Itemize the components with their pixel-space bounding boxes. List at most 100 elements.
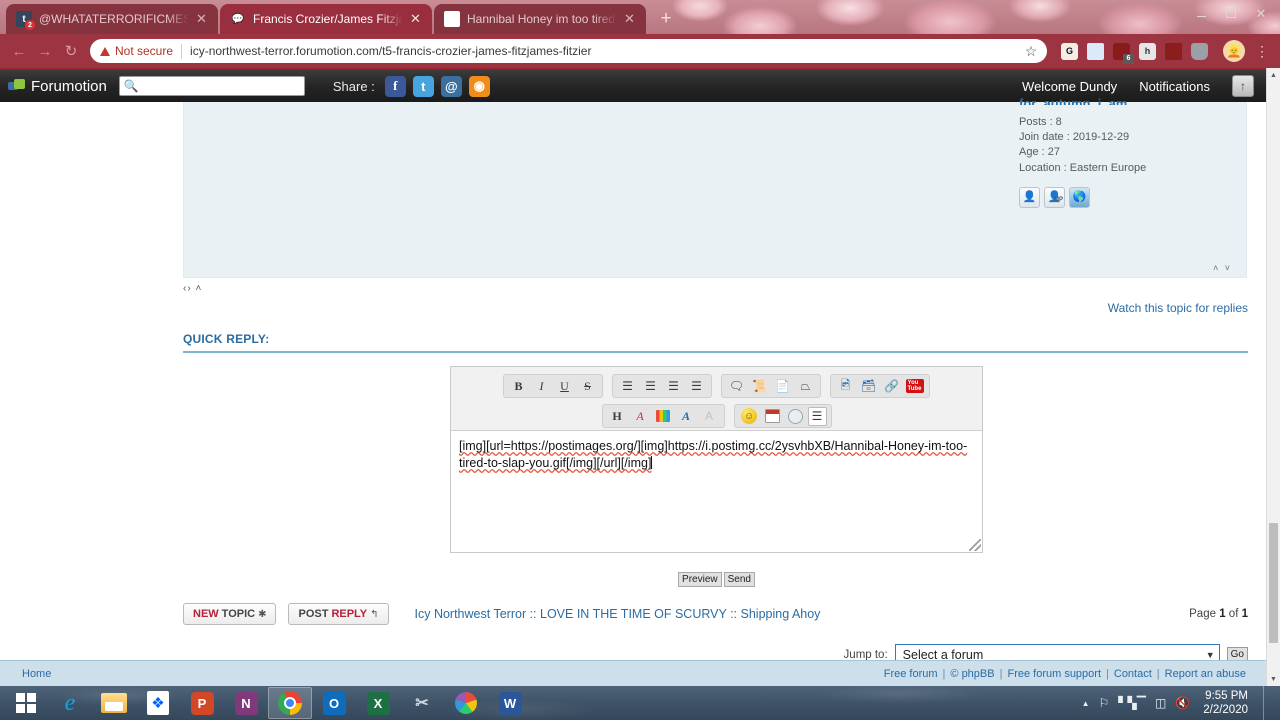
tab-whataterrorificmess[interactable]: t2 @WHATATERRORIFICMESS ✕ xyxy=(6,4,218,34)
tab-francis-crozier-james-fitzjames[interactable]: 💬 Francis Crozier/James Fitzjames ( ✕ xyxy=(220,4,432,34)
network-icon[interactable]: ▘▚▔ xyxy=(1118,696,1146,710)
profile-avatar[interactable]: 👱 xyxy=(1223,40,1245,62)
taskbar-onenote[interactable]: N xyxy=(224,687,268,719)
tab-hannibal-honey[interactable]: p Hannibal Honey im too tired to s ✕ xyxy=(434,4,646,34)
post-scroll-updown-icon[interactable]: ˄ ˅ xyxy=(1213,263,1232,273)
view-profile-icon[interactable]: 👤 xyxy=(1019,186,1040,208)
preview-button[interactable]: Preview xyxy=(678,572,722,587)
send-button[interactable]: Send xyxy=(723,572,755,587)
grammarly-icon[interactable]: G xyxy=(1061,42,1078,60)
ublock-origin-icon[interactable]: 6 xyxy=(1113,42,1134,64)
scrollbar-thumb[interactable] xyxy=(1269,523,1278,643)
bold-button[interactable]: B xyxy=(508,376,529,396)
align-justify-button[interactable]: ☰ xyxy=(686,376,707,396)
close-tab-icon[interactable]: ✕ xyxy=(410,11,424,27)
taskbar-file-explorer[interactable] xyxy=(92,687,136,719)
footer-link-phpbb[interactable]: © phpBB xyxy=(950,668,994,680)
color-palette-button[interactable] xyxy=(653,406,674,426)
battery-icon[interactable]: ◫ xyxy=(1155,696,1166,710)
show-desktop-button[interactable] xyxy=(1263,686,1270,720)
watch-topic-link[interactable]: Watch this topic for replies xyxy=(1108,301,1248,315)
welcome-user-link[interactable]: Welcome Dundy xyxy=(1022,79,1117,94)
heading-button[interactable]: H xyxy=(607,406,628,426)
message-textarea[interactable]: [img][url=https://postimages.org/][img]h… xyxy=(451,430,982,552)
taskbar-outlook[interactable]: O xyxy=(312,687,356,719)
close-tab-icon[interactable]: ✕ xyxy=(196,11,210,27)
textarea-resize-handle[interactable] xyxy=(969,539,981,551)
page-scrollbar[interactable]: ▲ ▼ xyxy=(1266,68,1280,686)
shield-icon[interactable] xyxy=(1191,42,1208,60)
document-icon[interactable] xyxy=(1087,42,1104,60)
back-icon[interactable]: ← xyxy=(6,38,32,64)
bookmark-star-icon[interactable]: ☆ xyxy=(1021,43,1041,60)
start-button[interactable] xyxy=(4,687,48,719)
spoiler-button[interactable]: 📄 xyxy=(772,376,793,396)
post-toolbar-icons[interactable]: ‹› ˄ xyxy=(183,283,202,294)
font-family-button[interactable]: A xyxy=(676,406,697,426)
taskbar-chrome[interactable] xyxy=(268,687,312,719)
quote-button[interactable]: 🗨 xyxy=(726,376,747,396)
font-size-button[interactable]: A xyxy=(699,406,720,426)
taskbar-paint[interactable] xyxy=(444,687,488,719)
address-bar[interactable]: Not secure icy-northwest-terror.forumoti… xyxy=(90,39,1047,63)
show-hidden-icons[interactable]: ▲ xyxy=(1082,699,1090,708)
chrome-menu-icon[interactable]: ⋮ xyxy=(1254,43,1270,58)
website-icon[interactable]: 🌎 xyxy=(1069,186,1090,208)
calendar-button[interactable] xyxy=(762,406,783,426)
scroll-to-top-button[interactable]: ↑ xyxy=(1232,75,1254,97)
scroll-up-arrow-icon[interactable]: ▲ xyxy=(1267,68,1280,82)
email-icon[interactable]: @ xyxy=(440,75,462,97)
forum-search-input[interactable]: 🔍 xyxy=(118,76,305,96)
hide-button[interactable]: ⏢ xyxy=(795,376,816,396)
notifications-link[interactable]: Notifications xyxy=(1139,79,1210,94)
strikethrough-button[interactable]: S xyxy=(577,376,598,396)
footer-home-link[interactable]: Home xyxy=(22,668,51,680)
taskbar-internet-explorer[interactable]: e xyxy=(48,687,92,719)
taskbar-powerpoint[interactable]: P xyxy=(180,687,224,719)
footer-link-free-forum[interactable]: Free forum xyxy=(884,668,938,680)
facebook-icon[interactable]: f xyxy=(384,75,406,97)
reload-icon[interactable]: ↻ xyxy=(58,38,84,64)
insert-link-button[interactable]: 🔗 xyxy=(881,376,902,396)
new-topic-button[interactable]: NEW TOPIC ✱ xyxy=(183,603,277,625)
honey-icon[interactable]: h xyxy=(1139,42,1156,60)
align-center-button[interactable]: ☰ xyxy=(640,376,661,396)
align-left-button[interactable]: ☰ xyxy=(617,376,638,396)
new-tab-button[interactable]: + xyxy=(652,5,680,33)
close-window-button[interactable]: ✕ xyxy=(1246,3,1276,23)
flag-icon[interactable]: ⚐ xyxy=(1098,696,1109,710)
breadcrumb[interactable]: Icy Northwest Terror :: LOVE IN THE TIME… xyxy=(415,607,821,621)
footer-link-contact[interactable]: Contact xyxy=(1114,668,1152,680)
taskbar-snipping-tool[interactable]: ✂ xyxy=(400,687,444,719)
page-button[interactable]: ☰ xyxy=(807,406,827,426)
send-message-icon[interactable]: 👤 MP xyxy=(1044,186,1065,208)
taskbar-excel[interactable]: X xyxy=(356,687,400,719)
smiley-button[interactable]: ☺ xyxy=(739,406,760,426)
rss-icon[interactable]: ◉ xyxy=(468,75,490,97)
taskbar-word[interactable]: W xyxy=(488,687,532,719)
clock[interactable]: 9:55 PM 2/2/2020 xyxy=(1203,689,1248,717)
code-button[interactable]: 📜 xyxy=(749,376,770,396)
insert-image-button[interactable]: 🖻 xyxy=(835,376,856,396)
upload-image-button[interactable]: 🗃 xyxy=(858,376,879,396)
close-tab-icon[interactable]: ✕ xyxy=(624,11,638,27)
forward-icon[interactable]: → xyxy=(32,38,58,64)
post-author-name[interactable]: for_autumn_i_am xyxy=(1019,96,1236,105)
post-reply-button[interactable]: POST REPLY ↰ xyxy=(288,603,389,625)
footer-link-report-abuse[interactable]: Report an abuse xyxy=(1165,668,1246,680)
volume-muted-icon[interactable]: 🔇 xyxy=(1175,696,1190,710)
font-color-button[interactable]: A xyxy=(630,406,651,426)
align-right-button[interactable]: ☰ xyxy=(663,376,684,396)
maximize-button[interactable] xyxy=(1216,3,1246,23)
adobe-acrobat-icon[interactable] xyxy=(1165,42,1182,60)
youtube-button[interactable]: You Tube xyxy=(904,376,925,396)
clock-button[interactable] xyxy=(785,406,806,426)
taskbar-dropbox[interactable]: ❖ xyxy=(136,687,180,719)
twitter-icon[interactable]: t xyxy=(412,75,434,97)
forumotion-logo[interactable]: Forumotion xyxy=(8,78,107,95)
italic-button[interactable]: I xyxy=(531,376,552,396)
underline-button[interactable]: U xyxy=(554,376,575,396)
scroll-down-arrow-icon[interactable]: ▼ xyxy=(1267,672,1280,686)
minimize-button[interactable] xyxy=(1186,3,1216,23)
footer-link-support[interactable]: Free forum support xyxy=(1007,668,1101,680)
